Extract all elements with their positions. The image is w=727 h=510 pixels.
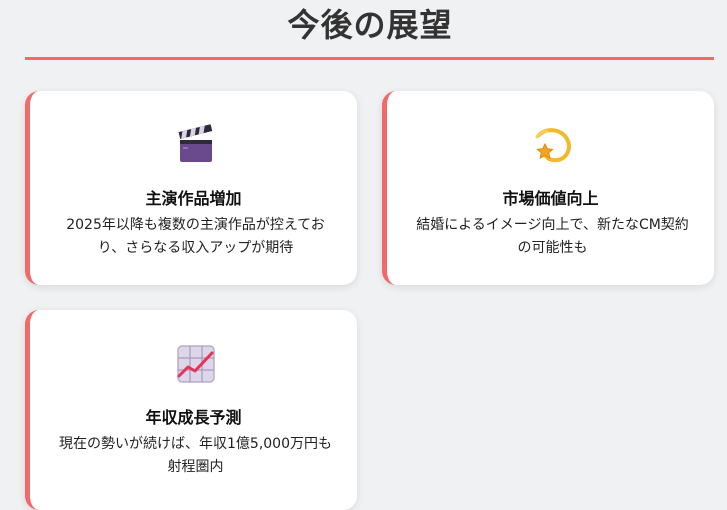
card-description: 結婚によるイメージ向上で、新たなCM契約の可能性も [416,217,689,256]
page-title: 今後の展望 [287,6,453,44]
card-title: 主演作品増加 [145,189,242,208]
card-title: 年収成長予測 [145,408,242,427]
card-income-forecast: 年収成長予測 現在の勢いが続けば、年収1億5,000万円も射程圏内 [25,310,357,510]
card-title: 市場価値向上 [502,189,599,208]
card-description: 現在の勢いが続けば、年収1億5,000万円も射程圏内 [59,436,332,475]
dizzy-star-icon [531,123,575,167]
clapperboard-icon [174,123,218,167]
card-market-value: 市場価値向上 結婚によるイメージ向上で、新たなCM契約の可能性も [382,91,714,285]
card-description: 2025年以降も複数の主演作品が控えており、さらなる収入アップが期待 [66,217,325,256]
chart-increasing-icon [174,342,218,386]
title-underline [25,57,714,60]
card-lead-roles: 主演作品増加 2025年以降も複数の主演作品が控えており、さらなる収入アップが期… [25,91,357,285]
